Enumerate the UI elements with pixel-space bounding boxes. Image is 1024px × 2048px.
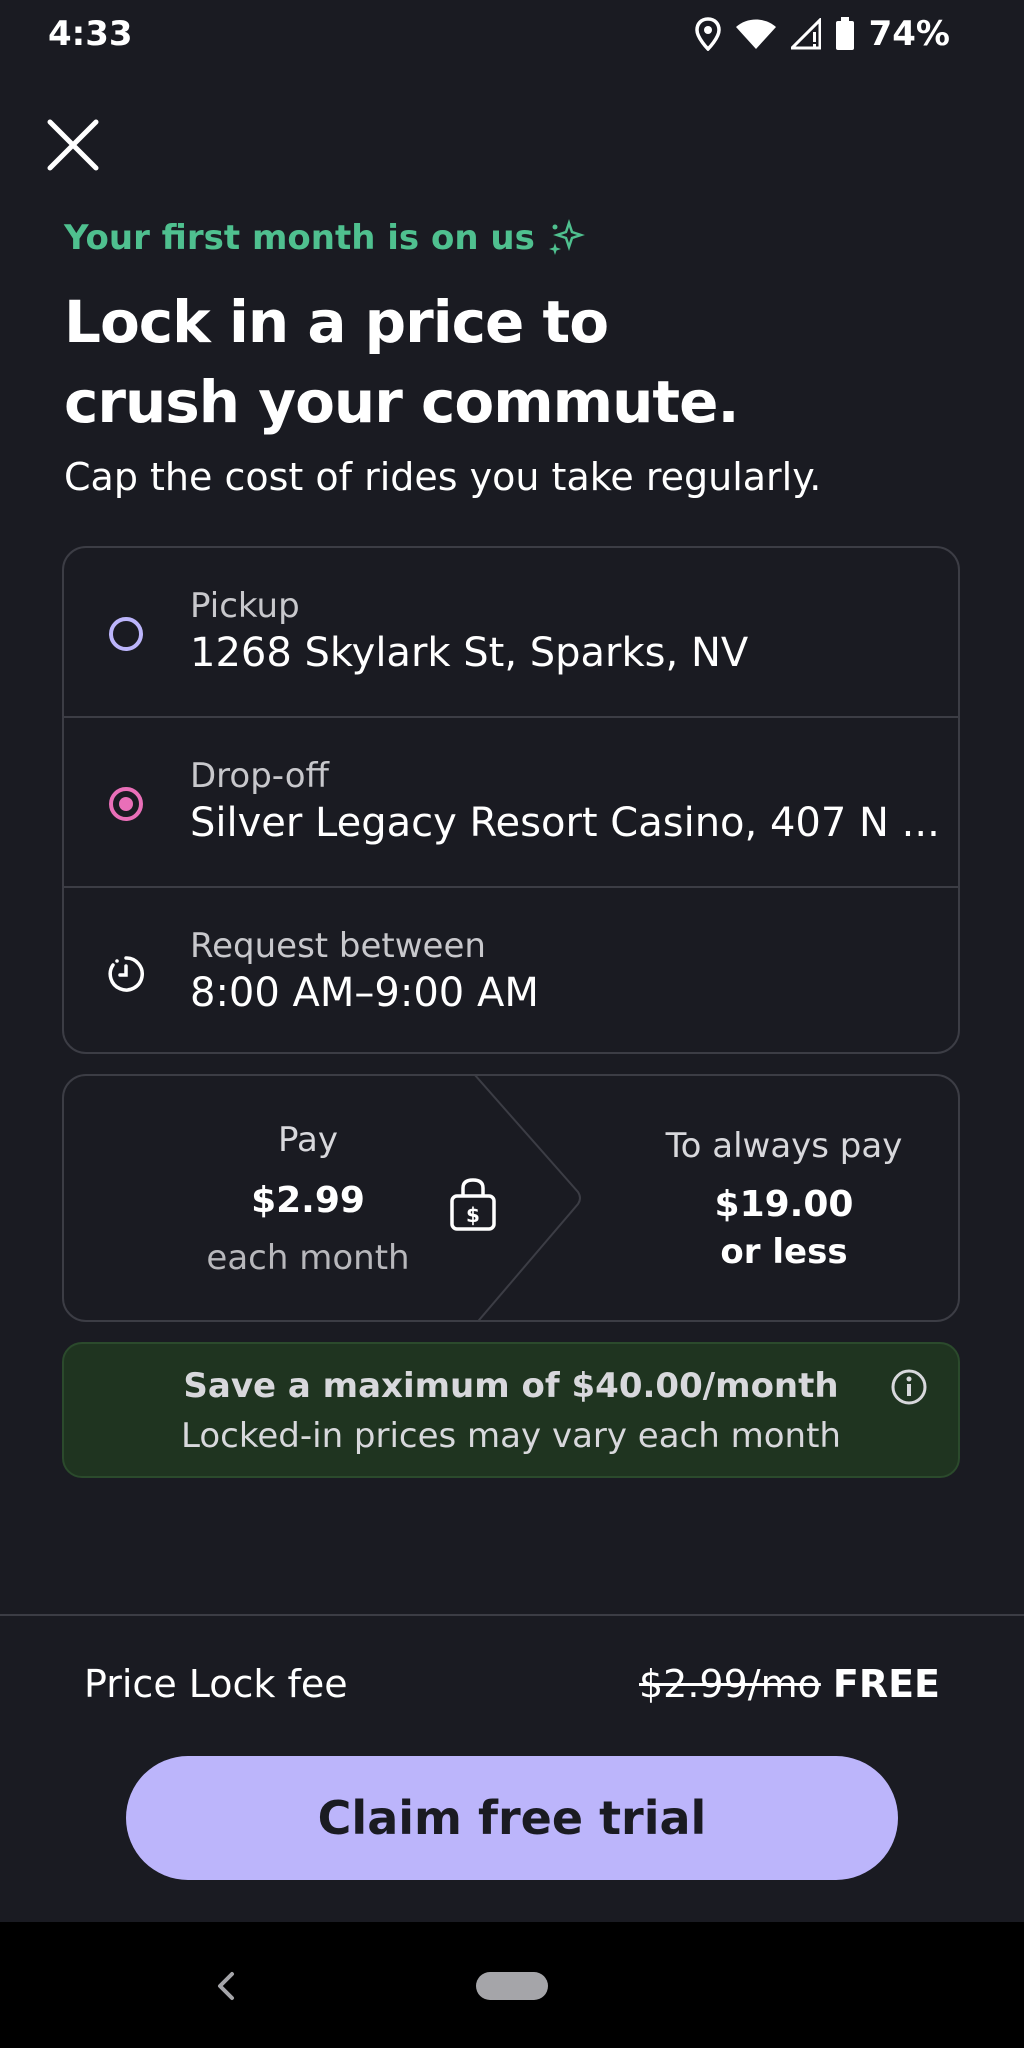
- always-pay-suffix: or less: [720, 1232, 848, 1272]
- claim-free-trial-button[interactable]: Claim free trial: [126, 1756, 898, 1880]
- headline-line-2: crush your commute.: [64, 368, 740, 436]
- price-lock-icon: $: [450, 1178, 496, 1231]
- clock-icon: [108, 956, 144, 992]
- info-icon[interactable]: [890, 1368, 928, 1406]
- fee-label: Price Lock fee: [84, 1662, 348, 1706]
- svg-text:$: $: [466, 1203, 480, 1227]
- signal-icon: [790, 18, 821, 50]
- pay-label: Pay: [278, 1120, 338, 1160]
- pickup-row[interactable]: Pickup 1268 Skylark St, Sparks, NV: [64, 548, 958, 718]
- pickup-label: Pickup: [190, 586, 300, 626]
- fee-new-price: FREE: [832, 1662, 940, 1706]
- pickup-dot-icon: [109, 617, 143, 651]
- close-icon[interactable]: [44, 116, 102, 174]
- status-time: 4:33: [48, 14, 133, 54]
- tagline: Your first month is on us: [64, 218, 585, 258]
- pickup-address: 1268 Skylark St, Sparks, NV: [190, 630, 749, 676]
- home-pill[interactable]: [476, 1972, 548, 2000]
- headline-line-1: Lock in a price to: [64, 288, 609, 356]
- time-window-row[interactable]: Request between 8:00 AM–9:00 AM: [64, 888, 958, 1058]
- time-window-value: 8:00 AM–9:00 AM: [190, 970, 539, 1016]
- time-window-label: Request between: [190, 926, 486, 966]
- dropoff-address: Silver Legacy Resort Casino, 407 N ...: [190, 800, 940, 846]
- back-icon[interactable]: [212, 1966, 240, 2006]
- battery-icon: [835, 17, 854, 50]
- price-lock-card: Pay $2.99 each month $ To always pay $19…: [62, 1074, 960, 1322]
- savings-banner: Save a maximum of $40.00/month Locked-in…: [62, 1342, 960, 1478]
- dropoff-row[interactable]: Drop-off Silver Legacy Resort Casino, 40…: [64, 718, 958, 888]
- sparkle-icon: [548, 219, 585, 255]
- battery-percent: 74%: [868, 14, 950, 54]
- fee-price: $2.99/mo FREE: [639, 1662, 940, 1706]
- always-pay-amount: $19.00: [714, 1184, 854, 1225]
- pay-amount: $2.99: [251, 1180, 365, 1221]
- page-subtitle: Cap the cost of rides you take regularly…: [64, 455, 822, 499]
- tagline-text: Your first month is on us: [64, 218, 535, 258]
- location-icon: [694, 17, 721, 51]
- savings-title: Save a maximum of $40.00/month: [183, 1366, 839, 1406]
- trip-card: Pickup 1268 Skylark St, Sparks, NV Drop-…: [62, 546, 960, 1054]
- status-icons: 74%: [694, 14, 950, 54]
- savings-subtitle: Locked-in prices may vary each month: [181, 1416, 841, 1456]
- fee-old-price: $2.99/mo: [639, 1662, 821, 1706]
- dropoff-label: Drop-off: [190, 756, 329, 796]
- footer-divider: [0, 1614, 1024, 1616]
- wifi-icon: [735, 19, 776, 49]
- page-title: Lock in a price to crush your commute.: [64, 282, 964, 442]
- pay-period: each month: [206, 1238, 410, 1278]
- dropoff-dot-icon: [109, 787, 143, 821]
- always-pay-label: To always pay: [665, 1126, 903, 1166]
